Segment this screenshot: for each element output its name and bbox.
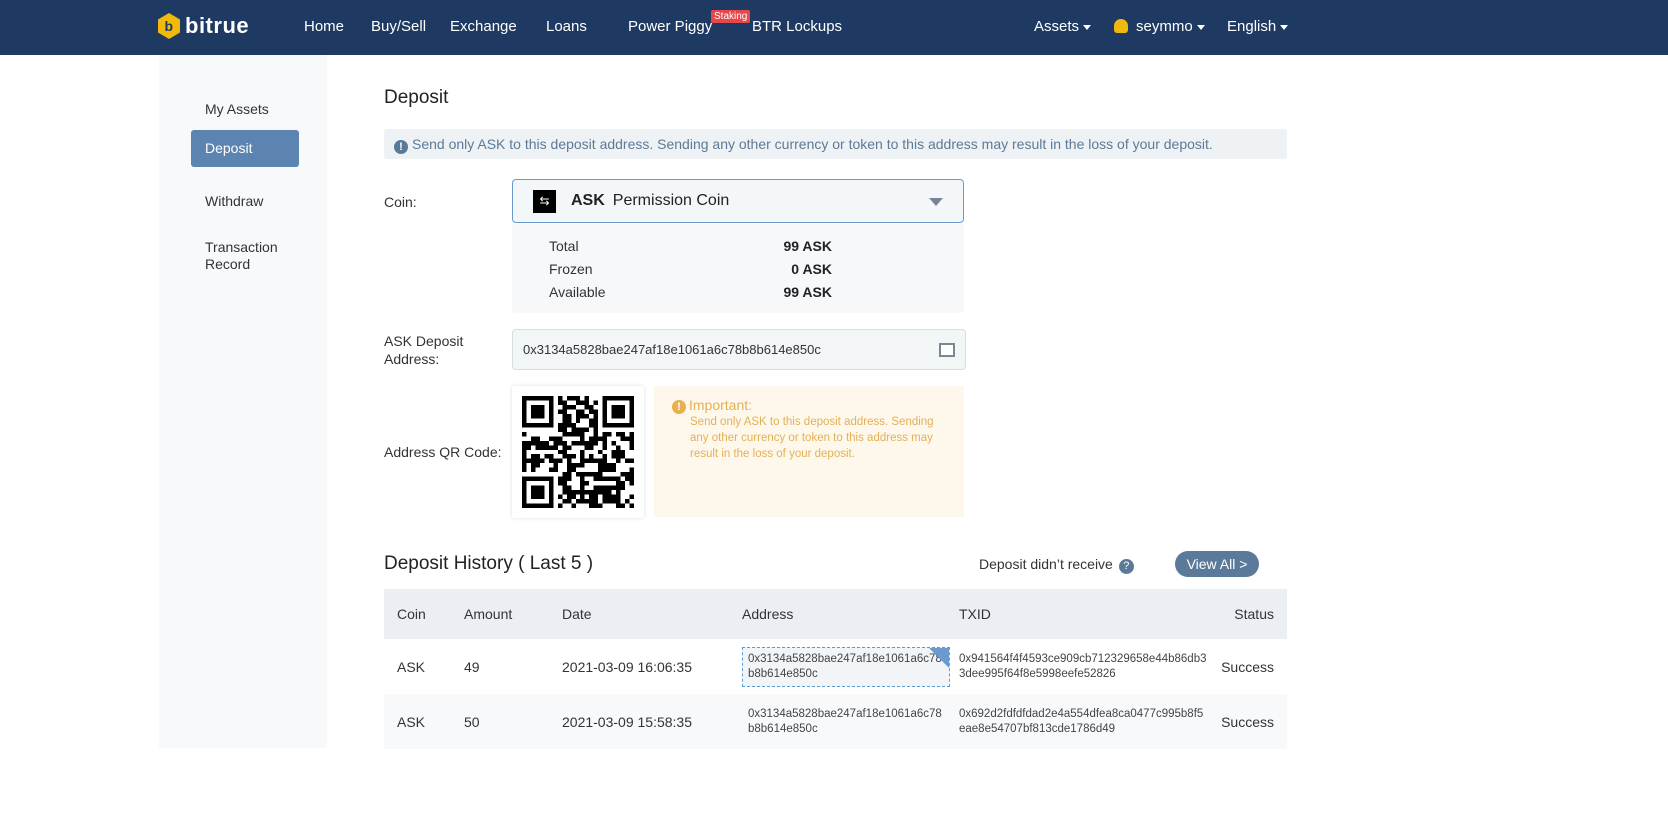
nav-exchange[interactable]: Exchange bbox=[450, 18, 517, 35]
nav-buy-sell[interactable]: Buy/Sell bbox=[371, 18, 426, 35]
chevron-down-icon bbox=[1083, 24, 1092, 30]
col-date: Date bbox=[562, 589, 742, 639]
balance-value: 99 ASK bbox=[783, 238, 832, 254]
exclamation-icon: ! bbox=[394, 140, 408, 154]
assets-label: Assets bbox=[1034, 18, 1080, 35]
view-all-button[interactable]: View All > bbox=[1175, 551, 1259, 577]
language-label: English bbox=[1227, 18, 1277, 35]
cell-amount: 49 bbox=[464, 658, 480, 675]
nav-loans[interactable]: Loans bbox=[546, 18, 587, 35]
dropdown-arrow-icon bbox=[929, 198, 943, 206]
coin-symbol: ASK bbox=[571, 192, 605, 209]
cell-address: 0x3134a5828bae247af18e1061a6c78b8b614e85… bbox=[748, 652, 942, 680]
balance-frozen: Frozen 0 ASK bbox=[549, 261, 832, 277]
cell-txid[interactable]: 0x692d2fdfdfdad2e4a554dfea8ca0477c995b8f… bbox=[959, 694, 1222, 749]
ask-coin-icon: ⇆ bbox=[533, 189, 556, 213]
warning-banner: ! Send only ASK to this deposit address. … bbox=[384, 129, 1287, 159]
cell-coin: ASK bbox=[384, 694, 464, 749]
user-menu[interactable]: seymmo bbox=[1114, 18, 1205, 35]
logo-text: bitrue bbox=[185, 13, 250, 38]
balance-value: 99 ASK bbox=[783, 284, 832, 300]
language-menu[interactable]: English bbox=[1227, 18, 1289, 35]
cell-status: Success bbox=[1221, 658, 1274, 675]
col-coin: Coin bbox=[384, 589, 464, 639]
cell-address[interactable]: 0x3134a5828bae247af18e1061a6c78b8b614e85… bbox=[742, 703, 950, 741]
page-title: Deposit bbox=[384, 87, 449, 108]
address-copy-box[interactable]: 0x3134a5828bae247af18e1061a6c78b8b614e85… bbox=[742, 646, 950, 687]
sidebar-item-deposit[interactable]: Deposit bbox=[191, 130, 299, 167]
table-header: Coin Amount Date Address TXID Status bbox=[384, 589, 1287, 639]
sidebar-item-transaction-record[interactable]: Transaction Record bbox=[191, 231, 291, 281]
balance-panel: Total 99 ASK Frozen 0 ASK Available 99 ASK bbox=[512, 224, 964, 313]
col-status: Status bbox=[1221, 589, 1287, 639]
copy-icon[interactable] bbox=[939, 343, 955, 357]
nav-home[interactable]: Home bbox=[304, 18, 344, 35]
nav-btr-lockups[interactable]: BTR Lockups bbox=[752, 18, 842, 35]
balance-label: Total bbox=[549, 238, 579, 254]
balance-total: Total 99 ASK bbox=[549, 238, 832, 254]
help-icon[interactable]: ? bbox=[1118, 559, 1134, 574]
cell-date: 2021-03-09 16:06:35 bbox=[562, 658, 692, 675]
col-txid: TXID bbox=[959, 589, 1222, 639]
balance-label: Frozen bbox=[549, 261, 593, 277]
deposit-history-title: Deposit History ( Last 5 ) bbox=[384, 553, 594, 574]
col-amount: Amount bbox=[464, 589, 562, 639]
deposit-address: 0x3134a5828bae247af18e1061a6c78b8b614e85… bbox=[523, 342, 821, 357]
coin-name: Permission Coin bbox=[612, 192, 730, 209]
important-title: Important: bbox=[689, 397, 753, 413]
top-navbar: b bitrue Home Buy/Sell Exchange Loans Pow… bbox=[0, 0, 1668, 55]
not-received-text: Deposit didn’t receive bbox=[979, 556, 1113, 572]
balance-label: Available bbox=[549, 284, 606, 300]
coin-select[interactable]: ⇆ ASK Permission Coin bbox=[512, 179, 964, 223]
important-text: Send only ASK to this deposit address. S… bbox=[690, 416, 934, 460]
important-notice: ! Important: Send only ASK to this deposi… bbox=[654, 386, 964, 517]
qr-label: Address QR Code: bbox=[384, 444, 502, 460]
cell-coin: ASK bbox=[397, 658, 426, 675]
balance-value: 0 ASK bbox=[791, 261, 832, 277]
deposit-history-table: Coin Amount Date Address TXID Status ASK… bbox=[384, 589, 1287, 749]
deposit-address-field[interactable]: 0x3134a5828bae247af18e1061a6c78b8b614e85… bbox=[512, 329, 966, 370]
table-row: ASK 50 2021-03-09 15:58:35 0x3134a5828ba… bbox=[384, 694, 1287, 749]
warning-text: Send only ASK to this deposit address. S… bbox=[412, 136, 1213, 152]
chevron-down-icon bbox=[1196, 24, 1205, 30]
chevron-down-icon bbox=[1280, 24, 1289, 30]
cell-date: 2021-03-09 15:58:35 bbox=[562, 694, 742, 749]
table-row: ASK 49 2021-03-09 16:06:35 0x3134a5828ba… bbox=[384, 639, 1287, 694]
balance-available: Available 99 ASK bbox=[549, 284, 832, 300]
cell-amount: 50 bbox=[464, 694, 562, 749]
sidebar-item-withdraw[interactable]: Withdraw bbox=[191, 185, 299, 218]
logo-icon: b bbox=[158, 13, 180, 39]
exclamation-icon: ! bbox=[672, 400, 686, 414]
copy-icon[interactable] bbox=[929, 647, 949, 668]
bitrue-logo[interactable]: b bitrue bbox=[158, 13, 249, 39]
nav-power-piggy[interactable]: Power Piggy bbox=[628, 18, 712, 35]
staking-badge: Staking bbox=[711, 10, 751, 23]
address-qr-code bbox=[512, 386, 644, 518]
deposit-not-received-link[interactable]: Deposit didn’t receive? bbox=[979, 556, 1134, 574]
col-address: Address bbox=[742, 589, 959, 639]
cell-txid[interactable]: 0x941564f4f4593ce909cb712329658e44b86db3… bbox=[959, 639, 1221, 694]
cell-status: Success bbox=[1221, 694, 1287, 749]
sidebar: My Assets Deposit Withdraw Transaction R… bbox=[159, 55, 327, 748]
assets-menu[interactable]: Assets bbox=[1034, 18, 1092, 35]
user-icon bbox=[1114, 19, 1128, 33]
coin-label: Coin: bbox=[384, 194, 417, 210]
username: seymmo bbox=[1136, 18, 1193, 35]
address-label: ASK Deposit Address: bbox=[384, 333, 464, 367]
sidebar-item-my-assets[interactable]: My Assets bbox=[191, 93, 299, 126]
